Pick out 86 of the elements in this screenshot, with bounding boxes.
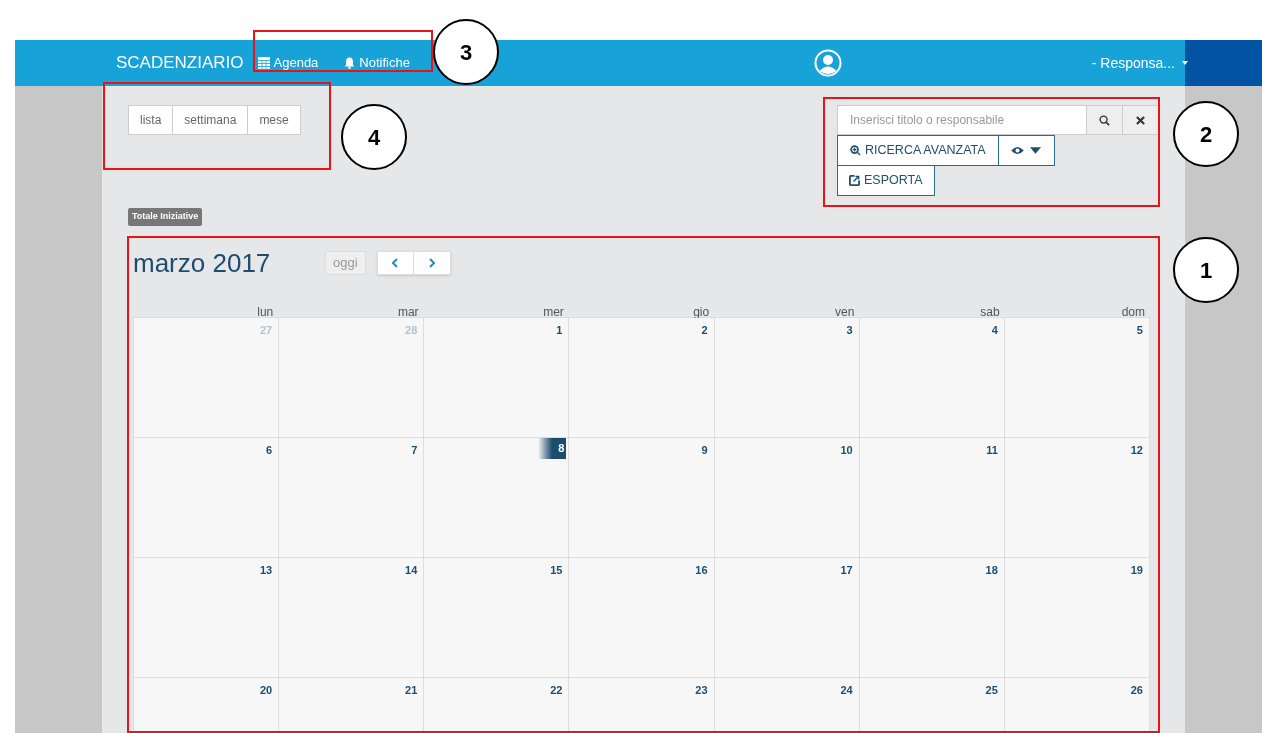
calendar-day-cell[interactable]: 3 (714, 318, 860, 438)
previous-button[interactable] (376, 251, 414, 275)
calendar-day-cell[interactable]: 7 (279, 438, 425, 558)
day-number: 13 (258, 563, 274, 578)
calendar-day-cell[interactable]: 25 (859, 678, 1005, 733)
day-number: 25 (984, 683, 999, 698)
calendar-day-cell[interactable]: 10 (714, 438, 860, 558)
close-icon (1136, 115, 1145, 125)
calendar-day-cell[interactable]: 2 (569, 318, 715, 438)
day-number: 24 (839, 683, 854, 698)
bell-icon (344, 57, 356, 69)
day-number: 27 (258, 323, 274, 338)
export-icon (849, 175, 860, 186)
view-button[interactable]: lista (128, 105, 174, 135)
calendar-day-cell[interactable]: 12 (1004, 438, 1150, 558)
zoom-in-icon (850, 145, 861, 156)
day-number: 10 (839, 443, 854, 458)
day-number: 18 (984, 563, 999, 578)
day-number: 4 (990, 323, 999, 338)
calendar-day-cell[interactable]: 22 (424, 678, 570, 733)
day-number: 12 (1129, 443, 1144, 458)
total-badge: Totale Iniziative (128, 208, 203, 226)
weekday-label: mar (397, 305, 419, 319)
calendar-day-cell[interactable]: 24 (714, 678, 860, 733)
calendar-day-cell[interactable]: 8 (424, 438, 570, 558)
calendar-day-cell[interactable]: 20 (134, 678, 280, 733)
calendar-day-cell[interactable]: 11 (859, 438, 1005, 558)
view-button[interactable]: mese (248, 105, 301, 135)
calendar-day-cell[interactable]: 14 (279, 558, 425, 678)
day-number: 9 (700, 443, 709, 458)
search-icon (1099, 114, 1110, 126)
calendar-day-cell[interactable]: 5 (1004, 318, 1150, 438)
calendar-title: marzo 2017 (133, 246, 272, 280)
caret-icon[interactable] (1182, 61, 1188, 65)
day-number: 6 (265, 443, 274, 458)
day-number: 14 (404, 563, 419, 578)
view-button[interactable]: settimana (173, 105, 249, 135)
day-number: 7 (410, 443, 419, 458)
day-number: 19 (1129, 563, 1144, 578)
weekday-label: lun (257, 305, 274, 319)
calendar-day-cell[interactable]: 23 (569, 678, 715, 733)
advanced-search-button[interactable]: RICERCA AVANZATA (837, 135, 999, 166)
weekday-label: ven (835, 305, 855, 319)
day-number: 17 (839, 563, 854, 578)
weekday-label: sab (980, 305, 1000, 319)
day-number: 26 (1129, 683, 1144, 698)
weekday-label: dom (1121, 305, 1145, 319)
weekday-label: mer (543, 305, 564, 319)
day-number: 21 (404, 683, 419, 698)
day-number: 22 (549, 683, 564, 698)
calendar-day-cell[interactable]: 18 (859, 558, 1005, 678)
calendar-day-cell[interactable]: 26 (1004, 678, 1150, 733)
day-number: 2 (700, 323, 709, 338)
calendar-day-cell[interactable]: 21 (279, 678, 425, 733)
day-number: 16 (694, 563, 709, 578)
search-field[interactable]: Inserisci titolo o responsabile (837, 105, 1087, 135)
calendar-day-cell[interactable]: 1 (424, 318, 570, 438)
day-number: 8 (538, 438, 567, 459)
eye-icon (1011, 146, 1025, 155)
user-avatar-icon[interactable] (813, 49, 842, 77)
calendar-day-cell[interactable]: 13 (134, 558, 280, 678)
next-button[interactable] (413, 251, 451, 275)
caret-icon (1030, 147, 1042, 154)
chevron-left-icon (392, 258, 399, 268)
calendar-day-cell[interactable]: 6 (134, 438, 280, 558)
calendar-day-cell[interactable]: 16 (569, 558, 715, 678)
export-button[interactable]: ESPORTA (837, 166, 935, 196)
day-number: 11 (985, 443, 999, 458)
clear-button[interactable] (1123, 105, 1159, 135)
visibility-dropdown-button[interactable] (998, 135, 1055, 166)
day-number: 5 (1135, 323, 1144, 338)
search-button[interactable] (1087, 105, 1123, 135)
day-number: 28 (404, 323, 419, 338)
calendar-day-cell[interactable]: 9 (569, 438, 715, 558)
day-number: 3 (845, 323, 854, 338)
chevron-right-icon (428, 258, 435, 268)
day-number: 1 (555, 323, 564, 338)
calendar-day-cell[interactable]: 17 (714, 558, 860, 678)
calendar-day-cell[interactable]: 4 (859, 318, 1005, 438)
day-number: 20 (258, 683, 274, 698)
day-number: 23 (694, 683, 709, 698)
calendar-day-cell[interactable]: 19 (1004, 558, 1150, 678)
calendar-icon (257, 57, 270, 69)
day-number: 15 (549, 563, 564, 578)
callout-number: 3 (433, 19, 499, 85)
calendar-day-cell[interactable]: 15 (424, 558, 570, 678)
